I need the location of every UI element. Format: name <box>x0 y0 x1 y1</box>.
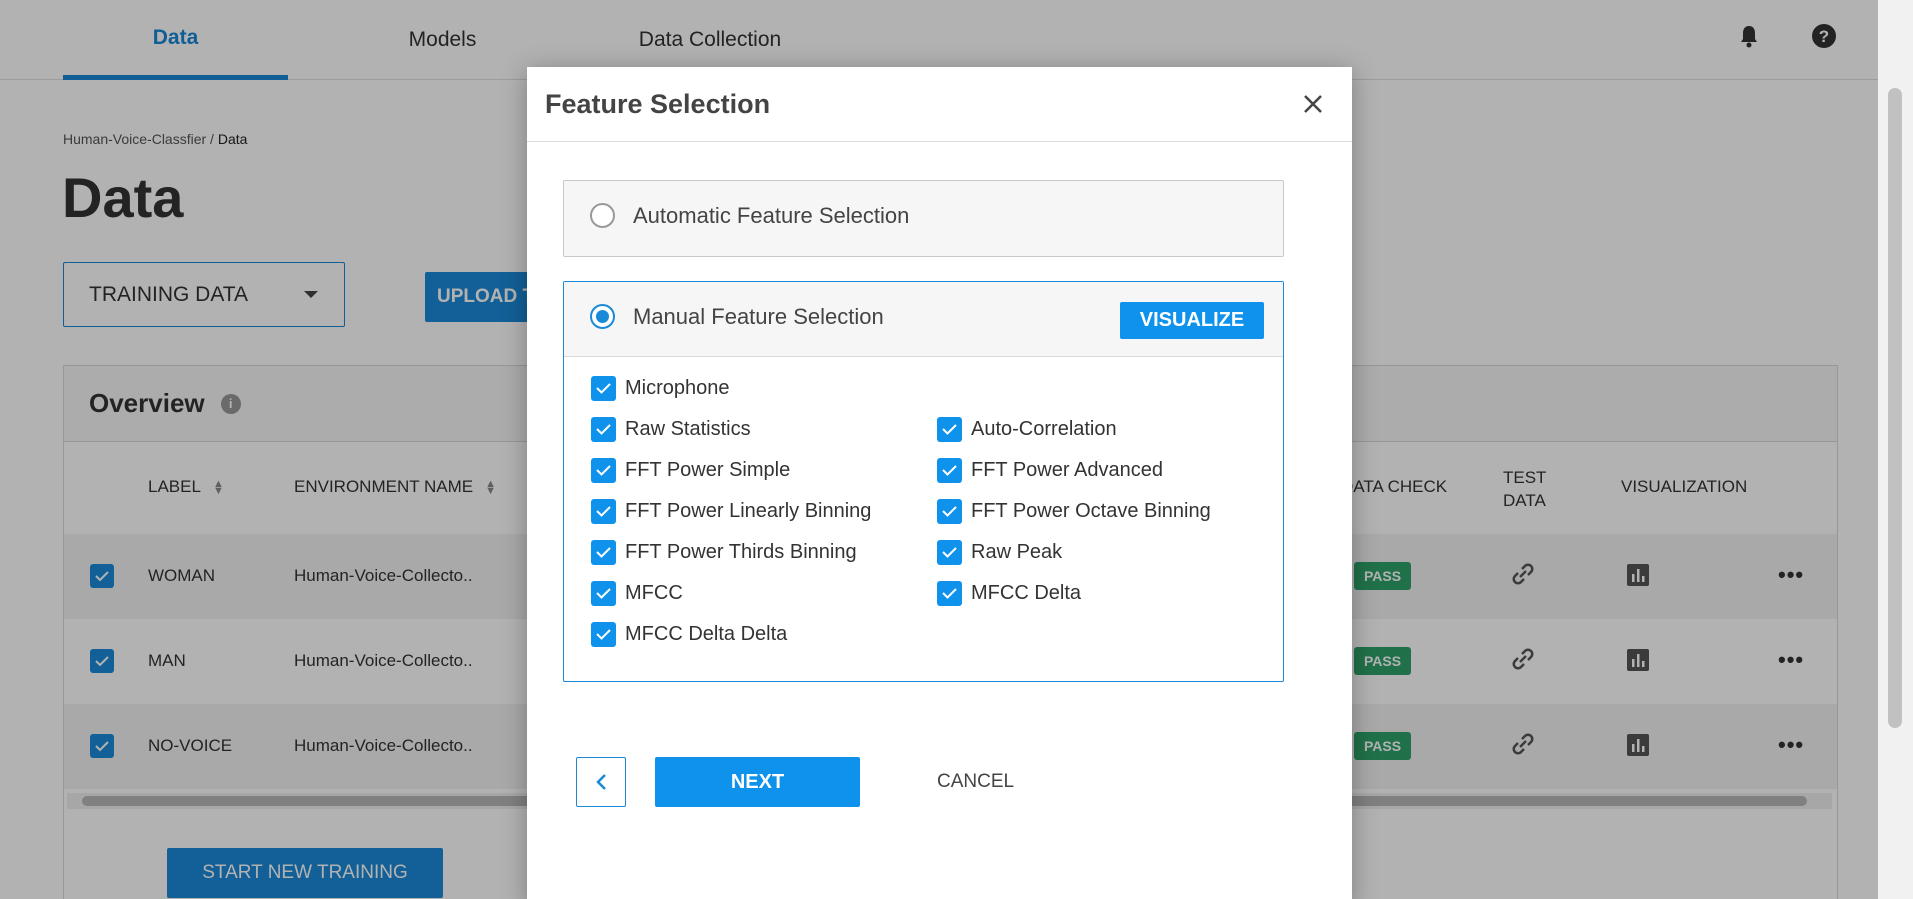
automatic-radio[interactable] <box>590 203 615 228</box>
checkbox-checked-icon[interactable] <box>591 375 616 401</box>
manual-option: Manual Feature Selection VISUALIZE Micro… <box>563 281 1284 682</box>
feature-checkbox[interactable]: FFT Power Advanced <box>937 456 1163 484</box>
feature-checkbox[interactable]: MFCC Delta Delta <box>591 620 787 648</box>
checkbox-checked-icon[interactable] <box>591 416 616 442</box>
feature-checkbox[interactable]: FFT Power Linearly Binning <box>591 497 871 525</box>
feature-checkbox[interactable]: Auto-Correlation <box>937 415 1117 443</box>
manual-label: Manual Feature Selection <box>633 304 884 329</box>
feature-checkbox[interactable]: FFT Power Thirds Binning <box>591 538 857 566</box>
manual-option-header[interactable]: Manual Feature Selection VISUALIZE <box>564 282 1283 357</box>
checkbox-checked-icon[interactable] <box>937 416 962 442</box>
checkbox-checked-icon[interactable] <box>937 539 962 565</box>
feature-checkbox[interactable]: MFCC <box>591 579 683 607</box>
chevron-left-icon <box>596 774 606 790</box>
feature-checkbox[interactable]: MFCC Delta <box>937 579 1081 607</box>
feature-selection-dialog: Feature Selection Automatic Feature Sele… <box>527 67 1352 899</box>
checkbox-checked-icon[interactable] <box>937 580 962 606</box>
back-button[interactable] <box>576 757 626 807</box>
feature-checkbox[interactable]: Microphone <box>591 374 730 402</box>
checkbox-checked-icon[interactable] <box>591 539 616 565</box>
manual-radio[interactable] <box>590 304 615 329</box>
close-icon[interactable] <box>1298 89 1328 119</box>
checkbox-checked-icon[interactable] <box>591 498 616 524</box>
vertical-scrollbar[interactable] <box>1878 0 1913 899</box>
visualize-button[interactable]: VISUALIZE <box>1120 302 1264 339</box>
checkbox-checked-icon[interactable] <box>591 621 616 647</box>
checkbox-checked-icon[interactable] <box>937 457 962 483</box>
feature-checkbox[interactable]: FFT Power Octave Binning <box>937 497 1211 525</box>
dialog-title: Feature Selection <box>527 67 1352 142</box>
scrollbar-thumb[interactable] <box>1888 88 1902 728</box>
feature-checkbox[interactable]: Raw Peak <box>937 538 1062 566</box>
checkbox-checked-icon[interactable] <box>937 498 962 524</box>
feature-checkbox[interactable]: Raw Statistics <box>591 415 751 443</box>
automatic-option[interactable]: Automatic Feature Selection <box>563 180 1284 257</box>
feature-checkbox[interactable]: FFT Power Simple <box>591 456 790 484</box>
cancel-button[interactable]: CANCEL <box>937 757 1014 807</box>
next-button[interactable]: NEXT <box>655 757 860 807</box>
automatic-label: Automatic Feature Selection <box>633 203 910 228</box>
checkbox-checked-icon[interactable] <box>591 580 616 606</box>
checkbox-checked-icon[interactable] <box>591 457 616 483</box>
